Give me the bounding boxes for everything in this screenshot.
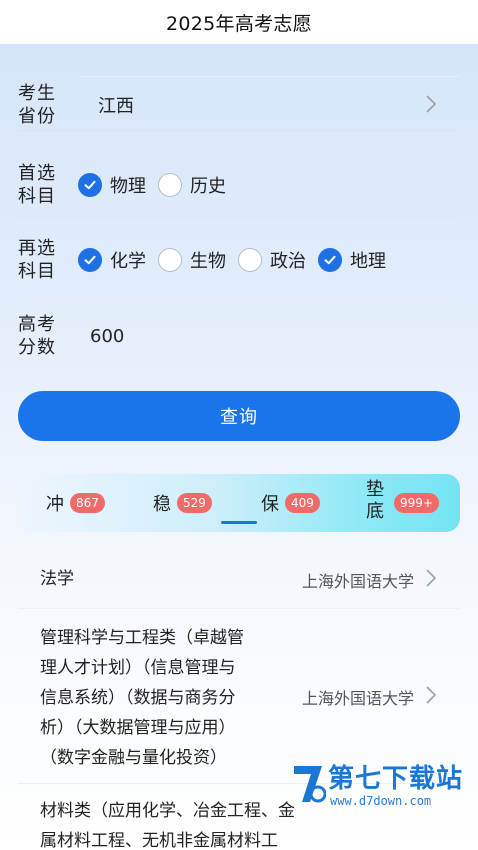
first-subject-options: 物理 历史 [78,172,238,198]
option-label: 生物 [190,250,226,272]
watermark-url: www.d7down.com [330,794,432,808]
major-line: 属材料工程、无机非金属材料工 [40,831,278,850]
option-label: 化学 [110,250,146,272]
option-geography[interactable]: 地理 [318,247,386,273]
major-name: 法学 [40,569,74,589]
count-badge: 867 [70,493,105,513]
option-chemistry[interactable]: 化学 [78,247,146,273]
result-item[interactable]: 法学 上海外国语大学 [18,551,460,609]
page-title: 2025年高考志愿 [165,12,313,35]
radio-empty-icon[interactable] [158,172,182,197]
radio-empty-icon[interactable] [158,247,182,272]
tab-diandi[interactable]: 垫底 999+ [366,474,439,532]
major-line: （数字金融与量化投资） [40,748,227,768]
check-icon[interactable] [78,172,102,197]
count-badge: 529 [177,493,212,513]
option-biology[interactable]: 生物 [158,247,226,273]
tab-label: 垫底 [366,479,384,522]
major-name: 材料类（应用化学、冶金工程、金 属材料工程、无机非金属材料工 [40,796,295,850]
tab-label: 保 [261,494,279,515]
province-label: 考生省份 [18,82,56,127]
score-row[interactable]: 高考分数 600 [18,298,460,374]
second-subject-label: 再选科目 [18,237,56,282]
option-label: 物理 [110,175,146,197]
tab-bao[interactable]: 保 409 [261,474,320,532]
score-label: 高考分数 [18,314,56,358]
major-name: 管理科学与工程类（卓越管 理人才计划）（信息管理与 信息系统）（数据与商务分 析… [40,623,244,773]
top-bar: 2025年高考志愿 [0,0,478,44]
check-icon[interactable] [78,247,102,272]
check-icon[interactable] [318,247,342,272]
first-subject-label: 首选科目 [18,162,56,207]
tab-wen[interactable]: 稳 529 [153,474,212,532]
tab-label: 冲 [46,494,64,515]
count-badge: 409 [285,493,320,513]
province-row[interactable]: 考生省份 江西 [18,76,460,134]
tab-chong[interactable]: 冲 867 [46,474,105,532]
province-value: 江西 [98,96,134,117]
first-subject-row: 首选科目 物理 历史 [18,148,460,222]
watermark: 第七下载站 www.d7down.com [290,758,478,818]
chevron-right-icon [426,568,437,592]
watermark-logo-icon [294,766,326,803]
query-button[interactable]: 查询 [18,391,460,441]
main-content: 考生省份 江西 首选科目 物理 历史 再选科目 化学 生物 政治 地理 高考分数… [0,44,478,850]
second-subject-row: 再选科目 化学 生物 政治 地理 [18,222,460,298]
option-label: 政治 [270,250,306,272]
chevron-right-icon [426,685,437,709]
option-politics[interactable]: 政治 [238,247,306,273]
option-history[interactable]: 历史 [158,172,226,198]
school-name: 上海外国语大学 [301,689,414,708]
option-label: 地理 [350,250,386,272]
major-line: 理人才计划）（信息管理与 [40,658,236,678]
option-physics[interactable]: 物理 [78,172,146,198]
chevron-right-icon [426,94,437,116]
count-badge: 999+ [394,493,439,513]
active-tab-indicator [221,521,257,524]
major-line: 析）（大数据管理与应用） [40,718,236,738]
radio-empty-icon[interactable] [238,247,262,272]
result-tabs: 冲 867 稳 529 保 409 垫底 999+ [18,474,460,532]
province-selector[interactable]: 江西 [80,76,460,133]
second-subject-options: 化学 生物 政治 地理 [78,247,398,273]
watermark-name: 第七下载站 [328,764,464,794]
major-line: 管理科学与工程类（卓越管 [40,628,244,648]
school-name: 上海外国语大学 [301,572,414,591]
option-label: 历史 [190,175,226,197]
major-line: 信息系统）（数据与商务分 [40,688,236,708]
major-line: 材料类（应用化学、冶金工程、金 [40,801,295,821]
tab-label: 稳 [153,494,171,515]
score-input[interactable]: 600 [90,326,124,347]
